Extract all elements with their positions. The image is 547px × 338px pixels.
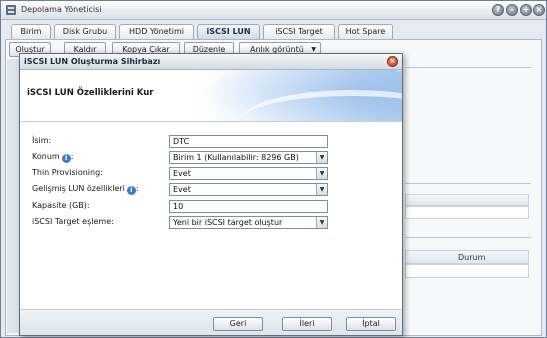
close-window-icon[interactable]: × bbox=[533, 4, 545, 16]
target-table-row bbox=[405, 264, 529, 278]
dialog-footer: Geri İleri İptal bbox=[20, 309, 402, 335]
tab-hdd-yonetimi[interactable]: HDD Yönetimi bbox=[119, 24, 194, 40]
minimize-icon[interactable]: – bbox=[506, 4, 518, 16]
help-icon[interactable]: ? bbox=[492, 4, 504, 16]
back-button[interactable]: Geri bbox=[213, 317, 263, 331]
target-mapping-label: iSCSI Target eşleme: bbox=[32, 217, 114, 226]
location-label: Konum i: bbox=[32, 152, 74, 163]
thin-provisioning-label: Thin Provisioning: bbox=[32, 168, 103, 177]
thin-provisioning-select[interactable]: Evet ▼ bbox=[169, 167, 328, 180]
tab-iscsi-target[interactable]: iSCSI Target bbox=[263, 24, 335, 40]
create-lun-wizard: iSCSI LUN Oluşturma Sihirbazı × iSCSI LU… bbox=[19, 53, 403, 336]
tab-birim[interactable]: Birim bbox=[11, 24, 51, 40]
divider bbox=[405, 183, 531, 184]
dialog-title: iSCSI LUN Oluşturma Sihirbazı bbox=[24, 57, 161, 66]
storage-manager-icon bbox=[6, 5, 16, 15]
thin-provisioning-value: Evet bbox=[173, 169, 191, 178]
window-title: Depolama Yöneticisi bbox=[21, 5, 102, 14]
info-icon[interactable]: i bbox=[61, 154, 71, 163]
advanced-lun-select[interactable]: Evet ▼ bbox=[169, 183, 328, 196]
target-table-header: Durum bbox=[405, 250, 529, 264]
advanced-lun-value: Evet bbox=[173, 185, 191, 194]
advanced-lun-label-text: Gelişmiş LUN özellikleri bbox=[32, 184, 125, 193]
maximize-icon[interactable]: + bbox=[520, 4, 532, 16]
info-icon[interactable]: i bbox=[126, 186, 136, 195]
detail-table-header bbox=[405, 194, 529, 206]
name-input[interactable] bbox=[169, 135, 328, 148]
chevron-down-icon[interactable]: ▼ bbox=[316, 184, 327, 195]
cancel-button[interactable]: İptal bbox=[346, 317, 396, 331]
status-column-header: Durum bbox=[458, 253, 486, 262]
location-value: Birim 1 (Kullanılabilir: 8296 GB) bbox=[173, 153, 299, 162]
advanced-lun-label: Gelişmiş LUN özellikleri i: bbox=[32, 184, 139, 195]
divider bbox=[405, 67, 531, 68]
tab-disk-grubu[interactable]: Disk Grubu bbox=[54, 24, 116, 40]
name-label: İsim: bbox=[32, 136, 52, 145]
capacity-input[interactable] bbox=[169, 200, 328, 213]
detail-table-row bbox=[405, 206, 529, 219]
divider bbox=[405, 237, 531, 238]
target-mapping-select[interactable]: Yeni bir iSCSI target oluştur ▼ bbox=[169, 216, 328, 229]
location-select[interactable]: Birim 1 (Kullanılabilir: 8296 GB) ▼ bbox=[169, 151, 328, 164]
location-label-text: Konum bbox=[32, 152, 60, 161]
chevron-down-icon[interactable]: ▼ bbox=[316, 168, 327, 179]
tab-hot-spare[interactable]: Hot Spare bbox=[338, 24, 393, 40]
capacity-label: Kapasite (GB): bbox=[32, 201, 90, 210]
wizard-step-heading: iSCSI LUN Özelliklerini Kur bbox=[27, 88, 154, 98]
wizard-header: iSCSI LUN Özelliklerini Kur bbox=[20, 70, 402, 122]
chevron-down-icon[interactable]: ▼ bbox=[316, 217, 327, 228]
dialog-titlebar[interactable]: iSCSI LUN Oluşturma Sihirbazı × bbox=[20, 54, 402, 70]
close-icon[interactable]: × bbox=[387, 56, 398, 67]
next-button[interactable]: İleri bbox=[282, 317, 332, 331]
window-titlebar[interactable]: Depolama Yöneticisi ? – + × bbox=[1, 1, 546, 20]
target-mapping-value: Yeni bir iSCSI target oluştur bbox=[173, 218, 283, 227]
chevron-down-icon[interactable]: ▼ bbox=[316, 152, 327, 163]
